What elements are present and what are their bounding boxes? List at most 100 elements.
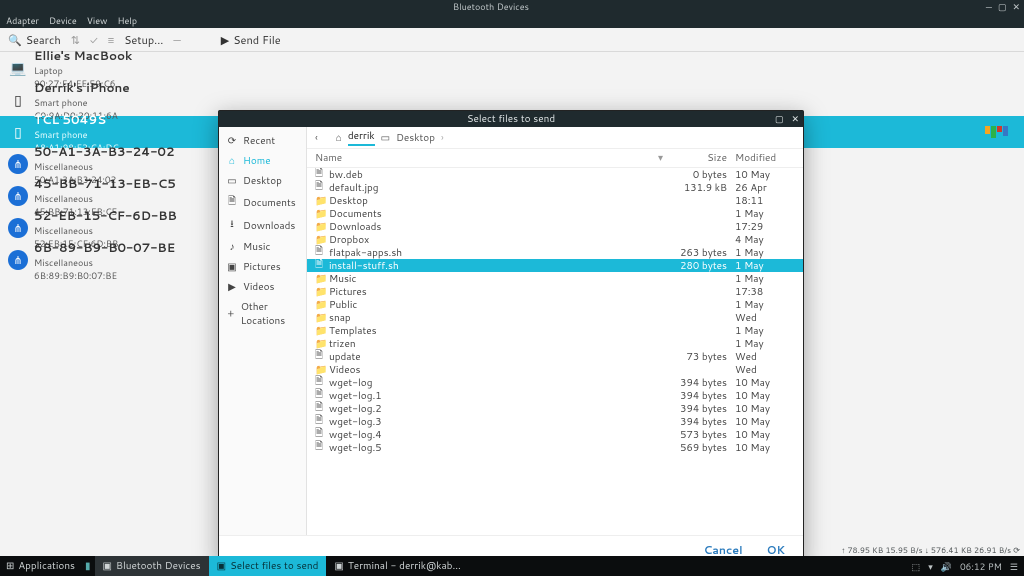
taskbar-item[interactable]: ▣Terminal - derrik@kab... xyxy=(326,556,468,576)
maximize-button[interactable]: ▢ xyxy=(998,0,1007,14)
dialog-maximize-button[interactable]: ▢ xyxy=(775,111,784,127)
file-row[interactable]: 📁Templates1 May xyxy=(307,324,803,337)
taskbar-app-icon: ▣ xyxy=(217,559,226,573)
file-row[interactable]: 📁Downloads17:29 xyxy=(307,220,803,233)
sidebar-item-home[interactable]: ⌂Home xyxy=(219,151,306,171)
file-modified: 17:38 xyxy=(735,285,795,299)
col-name[interactable]: Name xyxy=(315,151,658,165)
send-icon: ▶ xyxy=(221,32,229,48)
sidebar-item-videos[interactable]: ▶Videos xyxy=(219,277,306,297)
tray-volume-icon[interactable]: 🔊 xyxy=(941,560,952,573)
device-type: Miscellaneous xyxy=(34,160,175,173)
sidebar-icon: ▶ xyxy=(227,280,237,294)
sidebar-icon: ⟳ xyxy=(227,134,237,148)
home-icon: ⌂ xyxy=(336,131,342,145)
file-row[interactable]: 📁Music1 May xyxy=(307,272,803,285)
file-name: Videos xyxy=(327,363,669,377)
folder-icon: 📁 xyxy=(315,194,327,208)
file-row[interactable]: 📁trizen1 May xyxy=(307,337,803,350)
search-icon: 🔍 xyxy=(8,32,22,48)
col-size[interactable]: Size xyxy=(669,151,735,165)
file-row[interactable]: 📁Desktop18:11 xyxy=(307,194,803,207)
sidebar-item-recent[interactable]: ⟳Recent xyxy=(219,131,306,151)
sidebar-item-desktop[interactable]: ▭Desktop xyxy=(219,171,306,191)
close-button[interactable]: ✕ xyxy=(1012,0,1020,14)
folder-icon: 📁 xyxy=(315,311,327,325)
breadcrumb-desktop[interactable]: Desktop xyxy=(396,131,435,145)
file-row[interactable]: 🗎wget-log.5569 bytes10 May xyxy=(307,441,803,454)
file-name: Dropbox xyxy=(327,233,669,247)
sidebar-label: Documents xyxy=(243,196,296,210)
file-row[interactable]: 🗎flatpak-apps.sh263 bytes1 May xyxy=(307,246,803,259)
search-button[interactable]: 🔍Search xyxy=(8,32,61,48)
file-row[interactable]: 🗎wget-log.1394 bytes10 May xyxy=(307,389,803,402)
device-row[interactable]: 💻Ellie's MacBookLaptop90:27:E4:EE:59:C6 xyxy=(0,52,1024,84)
file-row[interactable]: 📁Pictures17:38 xyxy=(307,285,803,298)
file-modified: 18:11 xyxy=(735,194,795,208)
file-row[interactable]: 🗎bw.deb0 bytes10 May xyxy=(307,168,803,181)
file-name: Templates xyxy=(327,324,669,338)
bluetooth-icon: ⋔ xyxy=(8,250,28,270)
file-size: 0 bytes xyxy=(669,168,735,182)
device-type: Miscellaneous xyxy=(34,192,176,205)
setup-button[interactable]: Setup... xyxy=(124,32,163,48)
file-name: wget-log.4 xyxy=(327,428,669,442)
file-list[interactable]: 🗎bw.deb0 bytes10 May🗎default.jpg131.9 kB… xyxy=(307,168,803,535)
file-row[interactable]: 🗎wget-log394 bytes10 May xyxy=(307,376,803,389)
menu-device[interactable]: Device xyxy=(49,14,77,28)
sidebar-item-pictures[interactable]: ▣Pictures xyxy=(219,257,306,277)
sidebar-icon: ▭ xyxy=(227,174,237,188)
device-name: Ellie's MacBook xyxy=(34,47,132,64)
file-modified: 10 May xyxy=(735,389,795,403)
file-row[interactable]: 📁Documents1 May xyxy=(307,207,803,220)
file-size: 280 bytes xyxy=(669,259,735,273)
file-row[interactable]: 📁Dropbox4 May xyxy=(307,233,803,246)
file-name: wget-log.3 xyxy=(327,415,669,429)
phone-icon: ▯ xyxy=(8,90,28,110)
sidebar-item-other-locations[interactable]: +Other Locations xyxy=(219,297,306,331)
breadcrumb-home[interactable]: derrik xyxy=(348,129,375,146)
menu-view[interactable]: View xyxy=(87,14,108,28)
file-icon: 🗎 xyxy=(315,439,327,456)
sidebar-label: Downloads xyxy=(243,219,295,233)
file-row[interactable]: 🗎wget-log.2394 bytes10 May xyxy=(307,402,803,415)
device-type: Smart phone xyxy=(34,96,130,109)
file-row[interactable]: 📁snapWed xyxy=(307,311,803,324)
file-list-header[interactable]: Name ▾ Size Modified xyxy=(307,149,803,168)
menu-help[interactable]: Help xyxy=(117,14,137,28)
sidebar-item-documents[interactable]: 🗎Documents xyxy=(219,191,306,214)
device-name: 50-A1-3A-B3-24-02 xyxy=(34,143,175,160)
send-file-button[interactable]: ▶Send File xyxy=(221,32,281,48)
sidebar-item-downloads[interactable]: ⭳Downloads xyxy=(219,214,306,237)
file-modified: 4 May xyxy=(735,233,795,247)
file-size: 394 bytes xyxy=(669,389,735,403)
sidebar-item-music[interactable]: ♪Music xyxy=(219,237,306,257)
dialog-close-button[interactable]: ✕ xyxy=(791,111,799,127)
file-modified: 26 Apr xyxy=(735,181,795,195)
file-row[interactable]: 🗎default.jpg131.9 kB26 Apr xyxy=(307,181,803,194)
file-row[interactable]: 📁VideosWed xyxy=(307,363,803,376)
file-row[interactable]: 🗎install-stuff.sh280 bytes1 May xyxy=(307,259,803,272)
file-row[interactable]: 🗎wget-log.4573 bytes10 May xyxy=(307,428,803,441)
clock[interactable]: 06:12 PM xyxy=(960,560,1002,573)
menu-adapter[interactable]: Adapter xyxy=(6,14,39,28)
col-modified[interactable]: Modified xyxy=(735,151,795,165)
back-button[interactable]: ‹ xyxy=(315,131,318,145)
sidebar-label: Pictures xyxy=(243,260,281,274)
file-row[interactable]: 🗎update73 bytesWed xyxy=(307,350,803,363)
tray-dropbox-icon[interactable]: ⬚ xyxy=(912,560,921,573)
apps-icon: ⊞ xyxy=(6,559,14,573)
file-modified: Wed xyxy=(735,363,795,377)
taskbar-item[interactable]: ▣Bluetooth Devices xyxy=(95,556,209,576)
tray-network-icon[interactable]: ▾ xyxy=(928,560,933,573)
file-modified: 1 May xyxy=(735,207,795,221)
tray-user-icon[interactable]: ☰ xyxy=(1010,560,1018,573)
workspace-icon[interactable]: ▮ xyxy=(81,559,95,573)
file-name: update xyxy=(327,350,669,364)
breadcrumb: ‹ ⌂ derrik ▭ Desktop › xyxy=(307,127,803,149)
file-row[interactable]: 📁Public1 May xyxy=(307,298,803,311)
file-row[interactable]: 🗎wget-log.3394 bytes10 May xyxy=(307,415,803,428)
applications-menu[interactable]: ⊞ Applications xyxy=(0,559,81,573)
taskbar-item[interactable]: ▣Select files to send xyxy=(209,556,327,576)
minimize-button[interactable]: — xyxy=(986,0,992,14)
